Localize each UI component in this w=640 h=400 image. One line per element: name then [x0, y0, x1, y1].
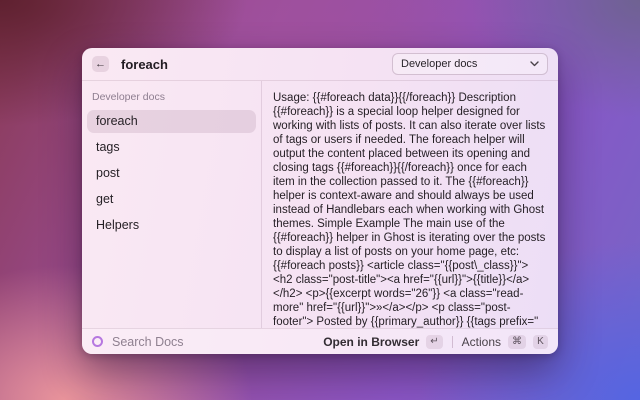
- window-body: Developer docs foreach tags post get Hel…: [82, 81, 558, 328]
- sidebar-item-tags[interactable]: tags: [87, 136, 256, 159]
- action-bar-right: Open in Browser ↵ Actions ⌘ K: [323, 334, 548, 349]
- k-key-icon: K: [533, 334, 548, 349]
- sidebar-item-post[interactable]: post: [87, 162, 256, 185]
- actions-button[interactable]: Actions: [462, 335, 501, 349]
- action-bar: Open in Browser ↵ Actions ⌘ K: [82, 328, 558, 354]
- sidebar-item-get[interactable]: get: [87, 188, 256, 211]
- extension-ring-icon: [92, 336, 103, 347]
- doc-content[interactable]: Usage: {{#foreach data}}{{/foreach}} Des…: [262, 81, 558, 328]
- sidebar-section-label: Developer docs: [92, 91, 165, 103]
- open-in-browser-button[interactable]: Open in Browser: [323, 335, 419, 349]
- return-key-icon: ↵: [426, 334, 443, 349]
- footer-divider: [451, 335, 453, 348]
- docset-dropdown[interactable]: Developer docs: [392, 53, 548, 75]
- search-input[interactable]: [112, 334, 324, 349]
- docs-window: ← foreach Developer docs Developer docs …: [82, 48, 558, 354]
- window-header: ← foreach Developer docs: [82, 48, 558, 81]
- docset-dropdown-value: Developer docs: [401, 58, 478, 70]
- sidebar: Developer docs foreach tags post get Hel…: [82, 81, 262, 328]
- command-key-icon: ⌘: [508, 334, 526, 349]
- chevron-down-icon: [530, 61, 539, 67]
- sidebar-item-foreach[interactable]: foreach: [87, 110, 256, 133]
- back-button[interactable]: ←: [92, 56, 109, 72]
- sidebar-item-helpers[interactable]: Helpers: [87, 214, 256, 237]
- page-title: foreach: [121, 56, 168, 72]
- arrow-left-icon: ←: [95, 58, 106, 70]
